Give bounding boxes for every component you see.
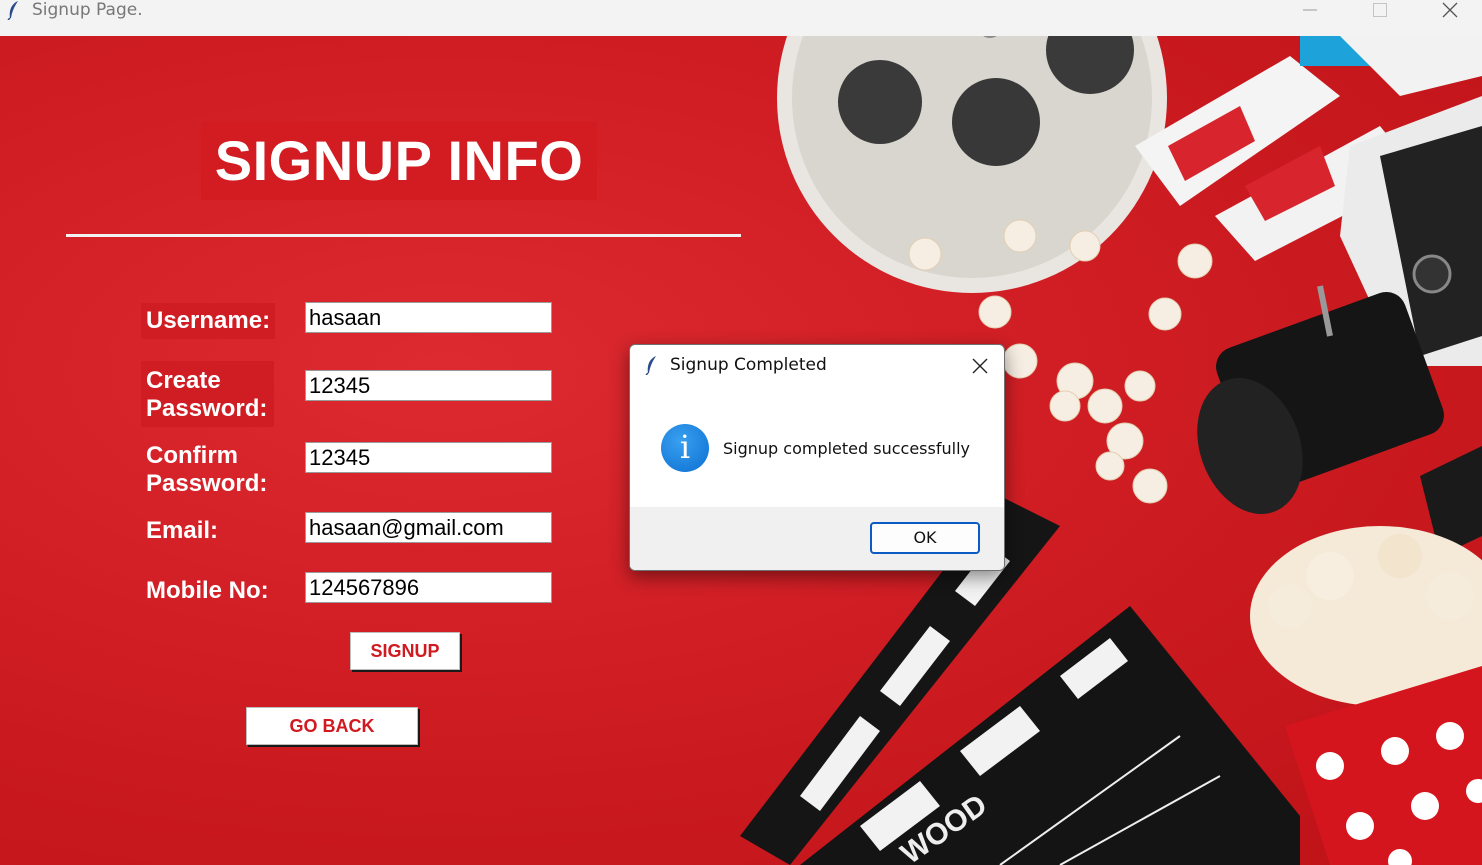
maximize-button[interactable] (1350, 0, 1410, 20)
signup-completed-dialog: Signup Completed i Signup completed succ… (629, 344, 1005, 571)
close-icon (972, 358, 988, 374)
email-input[interactable] (305, 512, 552, 543)
dialog-footer: OK (630, 507, 1004, 570)
film-reel-icon (777, 36, 1167, 293)
maximize-icon (1373, 3, 1387, 17)
signup-button[interactable]: SIGNUP (350, 632, 460, 670)
create-password-label-box: Create Password: (141, 361, 274, 427)
create-password-input[interactable] (305, 370, 552, 401)
ok-button[interactable]: OK (870, 522, 980, 554)
confirm-password-label: Confirm Password: (146, 442, 268, 497)
window-title-bar: Signup Page. (0, 0, 1482, 36)
feather-icon (7, 1, 18, 20)
dialog-title: Signup Completed (670, 355, 827, 375)
window-title: Signup Page. (32, 0, 143, 20)
mobile-label: Mobile No: (146, 577, 269, 604)
minimize-icon (1303, 9, 1317, 11)
go-back-button[interactable]: GO BACK (246, 707, 418, 745)
dialog-close-button[interactable] (960, 351, 1000, 381)
heading-box: SIGNUP INFO (201, 122, 597, 200)
feather-icon (645, 356, 656, 375)
username-label-box: Username: (141, 303, 275, 339)
close-icon (1442, 2, 1458, 18)
email-label: Email: (146, 517, 219, 544)
username-label: Username: (146, 307, 271, 334)
mobile-input[interactable] (305, 572, 552, 603)
minimize-button[interactable] (1280, 0, 1340, 20)
dialog-message: Signup completed successfully (723, 439, 970, 458)
page-heading: SIGNUP INFO (214, 129, 584, 192)
info-icon: i (661, 424, 709, 472)
heading-divider (66, 234, 741, 237)
confirm-password-input[interactable] (305, 442, 552, 473)
create-password-label: Create Password: (146, 367, 268, 422)
close-button[interactable] (1420, 0, 1480, 20)
username-input[interactable] (305, 302, 552, 333)
